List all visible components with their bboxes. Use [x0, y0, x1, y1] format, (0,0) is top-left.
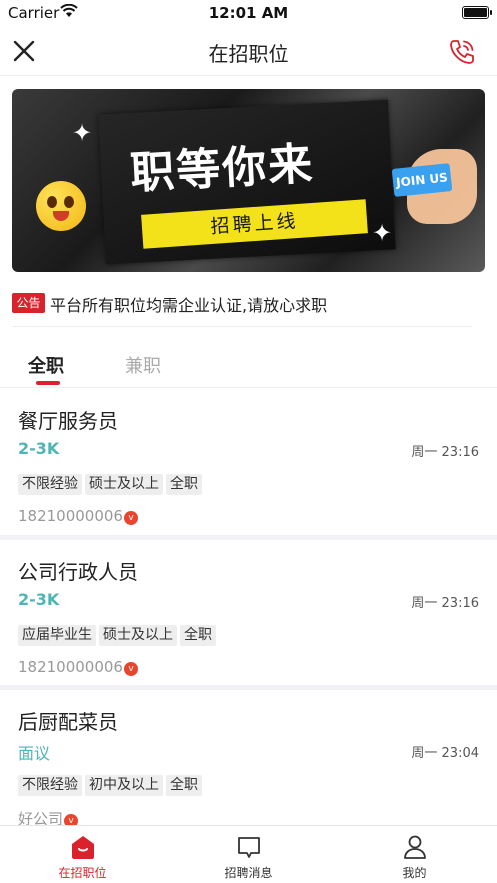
job-salary: 2-3K — [18, 439, 60, 458]
tab-full-time[interactable]: 全职 — [28, 352, 64, 378]
message-icon — [238, 837, 260, 858]
job-tag: 初中及以上 — [85, 775, 163, 796]
smiley-icon — [36, 181, 86, 231]
phone-icon[interactable] — [447, 37, 477, 67]
job-title: 后厨配菜员 — [18, 710, 118, 734]
job-date: 周一 23:04 — [411, 746, 479, 761]
verified-icon: v — [123, 511, 138, 525]
notice-tag: 公告 — [12, 293, 45, 313]
job-salary: 面议 — [18, 744, 51, 763]
job-tags: 不限经验 初中及以上 全职 — [18, 774, 205, 796]
job-tag: 硕士及以上 — [85, 474, 163, 495]
tab-bar-item-messages[interactable]: 招聘消息 — [166, 826, 331, 883]
job-type-tabs: 全职 兼职 — [0, 340, 497, 388]
home-icon — [72, 836, 94, 859]
company-name: 18210000006 — [18, 658, 123, 676]
notice-text: 平台所有职位均需企业认证,请放心求职 — [50, 296, 328, 315]
job-card[interactable]: 公司行政人员 2-3K 周一 23:16 应届毕业生 硕士及以上 全职 182100… — [0, 540, 497, 686]
divider — [12, 326, 472, 327]
status-bar: Carrier 12:01 AM — [0, 0, 497, 26]
verified-icon: v — [123, 662, 138, 676]
job-card[interactable]: 后厨配菜员 面议 周一 23:04 不限经验 初中及以上 全职 好公司 v — [0, 690, 497, 836]
person-icon — [404, 835, 426, 859]
job-date: 周一 23:16 — [411, 596, 479, 611]
job-tags: 不限经验 硕士及以上 全职 — [18, 473, 205, 495]
tab-bar-item-jobs[interactable]: 在招职位 — [0, 826, 165, 883]
banner-headline: 职等你来 — [129, 138, 316, 200]
sparkle-icon: ✦ — [72, 119, 93, 147]
job-card[interactable]: 餐厅服务员 2-3K 周一 23:16 不限经验 硕士及以上 全职 18210000… — [0, 389, 497, 535]
company-name: 18210000006 — [18, 507, 123, 525]
tab-part-time[interactable]: 兼职 — [125, 352, 161, 378]
job-tag: 不限经验 — [18, 474, 82, 495]
job-tag: 全职 — [180, 625, 216, 646]
job-tag: 全职 — [166, 775, 202, 796]
tab-bar-label: 招聘消息 — [224, 866, 273, 880]
tab-bar-item-profile[interactable]: 我的 — [332, 826, 497, 883]
clock: 12:01 AM — [208, 4, 289, 22]
job-tag: 全职 — [166, 474, 202, 495]
job-tags: 应届毕业生 硕士及以上 全职 — [18, 624, 219, 646]
tab-bar-label: 在招职位 — [58, 866, 107, 880]
job-company: 18210000006 v — [18, 658, 138, 676]
notice-bar: 公告 平台所有职位均需企业认证,请放心求职 — [12, 291, 472, 315]
recruitment-banner[interactable]: ✦ ✦ ✦ 职等你来 招聘上线 JOIN US — [12, 89, 485, 272]
job-tag: 应届毕业生 — [18, 625, 96, 646]
job-date: 周一 23:16 — [411, 445, 479, 460]
tab-indicator — [36, 381, 60, 385]
nav-bar: 在招职位 — [0, 26, 497, 76]
battery-icon — [462, 6, 492, 19]
bottom-tab-bar: 在招职位 招聘消息 我的 — [0, 825, 497, 883]
sparkle-icon: ✦ — [372, 219, 393, 247]
job-salary: 2-3K — [18, 590, 60, 609]
job-title: 餐厅服务员 — [18, 409, 118, 433]
job-tag: 不限经验 — [18, 775, 82, 796]
tab-bar-label: 我的 — [402, 866, 427, 880]
job-title: 公司行政人员 — [18, 560, 138, 584]
job-tag: 硕士及以上 — [99, 625, 177, 646]
page-title: 在招职位 — [208, 42, 289, 66]
job-company: 18210000006 v — [18, 507, 138, 525]
